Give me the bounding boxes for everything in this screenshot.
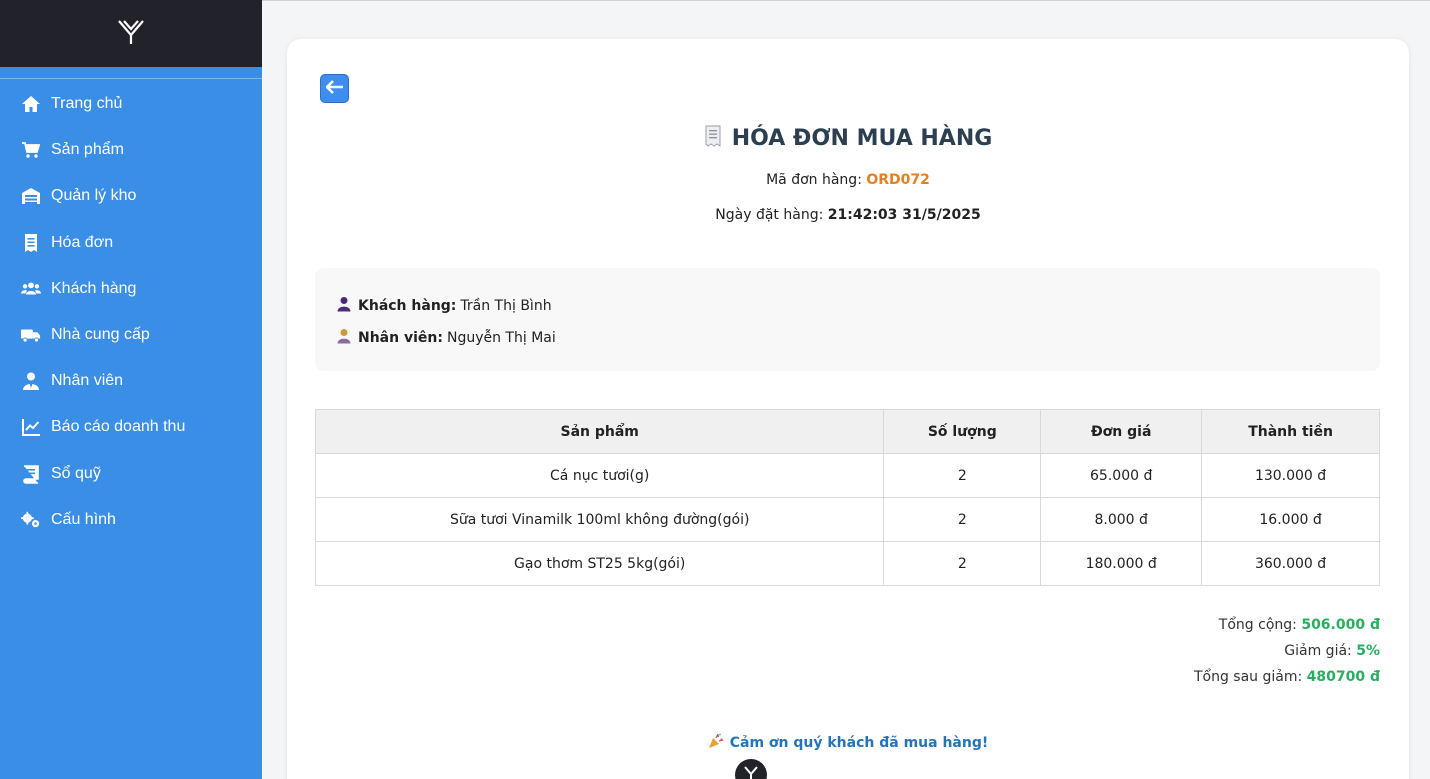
receipt-icon: [704, 125, 722, 151]
unit-price-cell: 180.000 đ: [1040, 541, 1203, 586]
table-header-row: Sản phẩm Số lượng Đơn giá Thành tiền: [314, 409, 1380, 454]
sidebar-item-home[interactable]: Trang chủ: [0, 81, 262, 127]
sidebar-item-label: Sản phẩm: [51, 141, 124, 159]
warehouse-icon: [20, 185, 42, 207]
unit-price-cell: 65.000 đ: [1040, 453, 1203, 498]
discount-value: 5%: [1356, 643, 1380, 659]
sidebar-item-customers[interactable]: Khách hàng: [0, 266, 262, 312]
discount-label: Giảm giá:: [1284, 643, 1352, 659]
sidebar-item-label: Trang chủ: [51, 95, 123, 113]
product-cell: Sữa tươi Vinamilk 100ml không đường(gói): [314, 497, 885, 542]
order-code-value: ORD072: [866, 172, 930, 188]
staff-line: Nhân viên: Nguyễn Thị Mai: [337, 328, 556, 348]
quantity-cell: 2: [883, 541, 1042, 586]
sidebar-item-label: Nhân viên: [51, 372, 124, 390]
sidebar-item-label: Sổ quỹ: [51, 464, 101, 482]
customer-name: Trần Thị Bình: [460, 298, 552, 314]
sidebar-item-label: Khách hàng: [51, 279, 137, 297]
sidebar: Trang chủ Sản phẩm Quản lý kho Hóa đơn K…: [0, 0, 262, 779]
customer-icon: [337, 296, 351, 316]
grand-total-label: Tổng sau giảm:: [1193, 669, 1303, 685]
sidebar-item-suppliers[interactable]: Nhà cung cấp: [0, 312, 262, 358]
table-row: Gạo thơm ST25 5kg(gói) 2 180.000 đ 360.0…: [314, 541, 1380, 586]
column-header-quantity: Số lượng: [883, 409, 1042, 454]
sidebar-item-cashbook[interactable]: Sổ quỹ: [0, 451, 262, 497]
page-title: HÓA ĐƠN MUA HÀNG: [731, 125, 993, 151]
back-button[interactable]: [320, 74, 349, 103]
discount-line: Giảm giá: 5%: [1284, 643, 1380, 659]
grand-total-line: Tổng sau giảm: 480700 đ: [1194, 669, 1380, 685]
chart-line-icon: [20, 416, 42, 438]
staff-icon: [337, 328, 351, 348]
receipt-icon: [20, 232, 42, 254]
quantity-cell: 2: [883, 453, 1042, 498]
table-row: Cá nục tươi(g) 2 65.000 đ 130.000 đ: [314, 453, 1380, 498]
sidebar-header: [0, 0, 262, 67]
order-code-label: Mã đơn hàng:: [766, 172, 862, 188]
sidebar-item-label: Báo cáo doanh thu: [51, 418, 186, 436]
home-icon: [20, 93, 42, 115]
sidebar-item-products[interactable]: Sản phẩm: [0, 127, 262, 173]
order-date-label: Ngày đặt hàng:: [715, 207, 824, 223]
column-header-product: Sản phẩm: [314, 409, 885, 454]
column-header-unit-price: Đơn giá: [1040, 409, 1203, 454]
staff-label: Nhân viên:: [358, 330, 443, 346]
party-popper-icon: [708, 733, 724, 753]
thank-you-text: Cảm ơn quý khách đã mua hàng!: [729, 735, 989, 751]
sidebar-divider: [0, 67, 262, 79]
table-row: Sữa tươi Vinamilk 100ml không đường(gói)…: [314, 497, 1380, 542]
line-total-cell: 130.000 đ: [1201, 453, 1380, 498]
column-header-line-total: Thành tiền: [1201, 409, 1380, 454]
book-icon: [20, 463, 42, 485]
staff-name: Nguyễn Thị Mai: [446, 330, 556, 346]
brand-logo[interactable]: [117, 19, 145, 49]
customer-line: Khách hàng: Trần Thị Bình: [337, 296, 552, 316]
sidebar-item-warehouse[interactable]: Quản lý kho: [0, 173, 262, 219]
sidebar-item-invoices[interactable]: Hóa đơn: [0, 220, 262, 266]
invoice-header: HÓA ĐƠN MUA HÀNG: [287, 125, 1409, 151]
line-total-cell: 16.000 đ: [1201, 497, 1380, 542]
sidebar-nav: Trang chủ Sản phẩm Quản lý kho Hóa đơn K…: [0, 79, 262, 543]
quantity-cell: 2: [883, 497, 1042, 542]
grand-total-value: 480700 đ: [1306, 669, 1380, 685]
sidebar-item-label: Nhà cung cấp: [51, 326, 150, 344]
sidebar-item-staff[interactable]: Nhân viên: [0, 358, 262, 404]
order-date-line: Ngày đặt hàng: 21:42:03 31/5/2025: [287, 207, 1409, 223]
line-total-cell: 360.000 đ: [1201, 541, 1380, 586]
gears-icon: [20, 509, 42, 531]
thank-you-message: Cảm ơn quý khách đã mua hàng!: [287, 733, 1409, 753]
arrow-left-icon: [324, 79, 344, 98]
main-content: HÓA ĐƠN MUA HÀNG Mã đơn hàng: ORD072 Ngà…: [262, 0, 1430, 779]
customer-label: Khách hàng:: [358, 298, 457, 314]
truck-icon: [20, 324, 42, 346]
sidebar-item-label: Cấu hình: [51, 510, 116, 528]
unit-price-cell: 8.000 đ: [1040, 497, 1203, 542]
floating-logo-button[interactable]: [735, 759, 767, 779]
sidebar-item-label: Hóa đơn: [51, 233, 114, 251]
brand-logo-icon: [743, 765, 759, 779]
product-cell: Cá nục tươi(g): [314, 453, 885, 498]
subtotal-line: Tổng cộng: 506.000 đ: [1219, 617, 1380, 633]
invoice-card: HÓA ĐƠN MUA HÀNG Mã đơn hàng: ORD072 Ngà…: [287, 39, 1409, 779]
user-tie-icon: [20, 370, 42, 392]
sidebar-item-label: Quản lý kho: [51, 187, 137, 205]
users-icon: [20, 278, 42, 300]
order-code-line: Mã đơn hàng: ORD072: [287, 172, 1409, 188]
customer-info-box: Khách hàng: Trần Thị Bình Nhân viên: Ngu…: [315, 268, 1380, 371]
order-date-value: 21:42:03 31/5/2025: [827, 207, 981, 223]
sidebar-item-settings[interactable]: Cấu hình: [0, 497, 262, 543]
sidebar-item-revenue-report[interactable]: Báo cáo doanh thu: [0, 404, 262, 450]
subtotal-value: 506.000 đ: [1301, 617, 1380, 633]
invoice-items-table: Sản phẩm Số lượng Đơn giá Thành tiền Cá …: [314, 409, 1380, 586]
product-cell: Gạo thơm ST25 5kg(gói): [314, 541, 885, 586]
cart-icon: [20, 139, 42, 161]
subtotal-label: Tổng cộng:: [1218, 617, 1297, 633]
